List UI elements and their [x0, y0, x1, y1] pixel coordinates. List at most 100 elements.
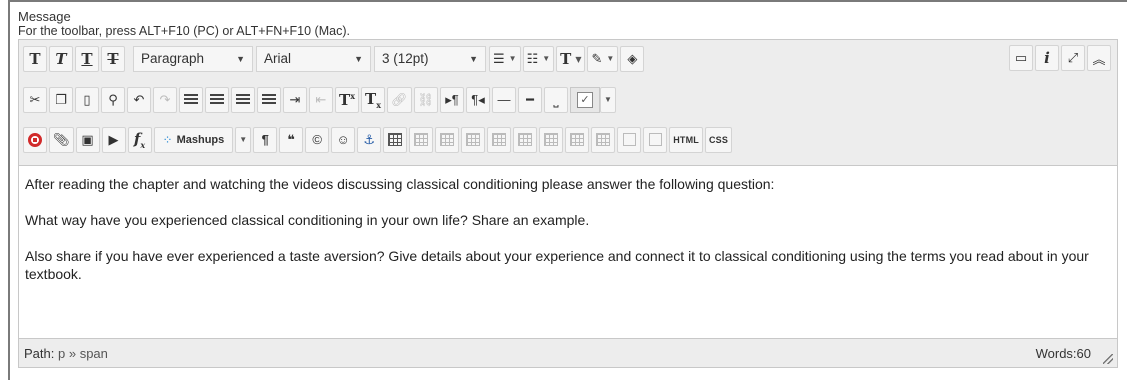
mashups-label: Mashups [176, 133, 225, 146]
anchor-icon: ⚓ [363, 131, 376, 147]
table-delete-row-button[interactable] [461, 126, 486, 153]
record-button[interactable] [23, 126, 47, 153]
highlight-button[interactable]: ✎ ▼ [587, 45, 619, 72]
justify-button[interactable] [257, 86, 281, 113]
mashups-dropdown[interactable]: ▼ [235, 126, 252, 153]
cell-box-icon [622, 133, 636, 146]
blockquote-button[interactable]: ❝ [279, 126, 304, 153]
copy-icon: ❐ [55, 91, 67, 107]
html-button[interactable]: HTML [669, 126, 703, 153]
text-color-icon: T [560, 49, 572, 68]
superscript-button[interactable]: Tx [335, 86, 359, 113]
subscript-button[interactable]: Tx [361, 86, 385, 113]
table-cell-icon [570, 133, 585, 146]
insert-image-button[interactable]: ▣ [75, 126, 100, 153]
find-button[interactable]: ⚲ [101, 86, 125, 113]
numbered-list-button[interactable]: ☷ ▼ [522, 45, 555, 72]
eraser-icon: ◈ [627, 50, 638, 66]
align-center-button[interactable] [205, 86, 229, 113]
double-chevron-up-icon: ︽ [1092, 51, 1106, 67]
italic-button[interactable]: T [49, 45, 73, 72]
insert-media-button[interactable]: ▶ [101, 126, 126, 153]
size-select[interactable]: 3 (12pt) ▼ [374, 45, 486, 72]
table-split-button[interactable] [565, 126, 590, 153]
show-blocks-button[interactable]: ¶ [253, 126, 278, 153]
quote-icon: ❝ [287, 131, 295, 147]
superscript-icon: Tx [339, 90, 355, 109]
mashups-button[interactable]: ⁘ Mashups [153, 126, 234, 153]
clear-formatting-button[interactable]: ◈ [620, 45, 645, 72]
path-segment-p[interactable]: p [58, 346, 65, 361]
insert-table-button[interactable] [383, 126, 408, 153]
rtl-button[interactable]: ¶◂ [466, 86, 491, 113]
chevron-down-icon: ▼ [606, 54, 615, 63]
remove-link-button[interactable]: ⛓︎ [413, 86, 439, 113]
bold-button[interactable]: T [23, 45, 47, 72]
strikethrough-button[interactable]: T [101, 45, 125, 72]
anchor-button[interactable]: ⚓ [357, 126, 382, 153]
monitor-icon: ▭ [1014, 50, 1028, 65]
editor-content[interactable]: After reading the chapter and watching t… [19, 167, 1117, 339]
table-row-before-button[interactable] [409, 126, 434, 153]
path-segment-span[interactable]: span [80, 346, 108, 361]
table-col-before-button[interactable] [487, 126, 512, 153]
format-select-value: Paragraph [141, 51, 205, 66]
ltr-button[interactable]: ▸¶ [440, 86, 465, 113]
function-icon: fx [133, 129, 146, 150]
chevron-down-icon: ▼ [236, 53, 245, 64]
table-delete-col-button[interactable] [539, 126, 564, 153]
attach-file-button[interactable]: 📎︎ [49, 126, 74, 153]
collapse-toolbar-button[interactable]: ︽ [1087, 45, 1111, 71]
table-delete-button[interactable] [643, 126, 668, 153]
spellcheck-button[interactable]: ✓ [570, 86, 601, 113]
preview-button[interactable]: ▭ [1009, 45, 1033, 71]
undo-button[interactable]: ↶ [127, 86, 151, 113]
paste-button[interactable]: ▯ [75, 86, 99, 113]
horizontal-rule-button[interactable]: — [492, 86, 517, 113]
bullet-list-button[interactable]: ☰ ▼ [489, 45, 521, 72]
font-select[interactable]: Arial ▼ [256, 45, 371, 72]
table-row-after-button[interactable] [435, 126, 460, 153]
paragraph-ltr-icon: ▸¶ [445, 91, 459, 107]
chevron-down-icon: ▼ [542, 54, 551, 63]
spellcheck-dropdown[interactable]: ▼ [600, 86, 616, 113]
table-col-after-button[interactable] [513, 126, 538, 153]
table-icon [388, 133, 403, 146]
bullet-list-icon: ☰ [493, 50, 505, 66]
emoticon-button[interactable]: ☺ [331, 126, 356, 153]
align-left-button[interactable] [179, 86, 203, 113]
copy-button[interactable]: ❐ [49, 86, 73, 113]
font-select-value: Arial [264, 51, 292, 66]
indent-icon: ⇥ [289, 91, 301, 107]
format-select[interactable]: Paragraph ▼ [133, 45, 253, 72]
image-icon: ▣ [81, 131, 94, 147]
insert-equation-button[interactable]: fx [127, 126, 152, 153]
strikethrough-icon: T [107, 49, 119, 68]
underline-button[interactable]: T [75, 45, 99, 72]
redo-button[interactable]: ↷ [153, 86, 177, 113]
align-center-icon [210, 93, 224, 106]
space-icon: ⎵ [553, 91, 559, 107]
table-column-icon [518, 133, 533, 146]
redo-icon: ↷ [159, 91, 171, 107]
separator-line-button[interactable]: ━ [518, 86, 543, 113]
word-count: Words:60 [1035, 346, 1091, 361]
cut-button[interactable]: ✂ [23, 86, 47, 113]
table-merge-button[interactable] [591, 126, 616, 153]
special-char-button[interactable]: © [305, 126, 330, 153]
pilcrow-icon: ¶ [261, 132, 269, 147]
align-right-button[interactable] [231, 86, 255, 113]
subscript-icon: Tx [365, 89, 381, 110]
css-button[interactable]: CSS [704, 126, 733, 153]
table-props-button[interactable] [617, 126, 642, 153]
info-button[interactable]: i [1035, 45, 1059, 71]
outdent-button[interactable]: ⇤ [309, 86, 333, 113]
text-color-button[interactable]: T ▼ [556, 45, 586, 72]
nonbreaking-space-button[interactable]: ⎵ [544, 86, 569, 113]
table-column-icon [492, 133, 507, 146]
numbered-list-icon: ☷ [526, 50, 539, 66]
indent-button[interactable]: ⇥ [283, 86, 307, 113]
resize-grip-icon[interactable] [1103, 354, 1113, 364]
fullscreen-button[interactable]: ⤢ [1061, 45, 1085, 71]
insert-link-button[interactable]: 🔗︎ [387, 86, 412, 113]
